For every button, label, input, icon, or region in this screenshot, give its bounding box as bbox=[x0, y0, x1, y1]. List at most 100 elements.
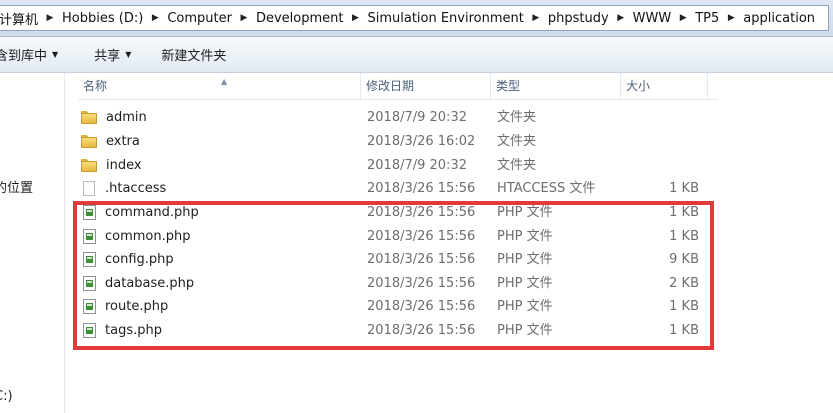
breadcrumb-label: Computer bbox=[167, 10, 232, 26]
nav-item-label: C:) bbox=[0, 389, 13, 404]
file-row-extra[interactable]: extra 2018/3/26 16:02 文件夹 bbox=[78, 130, 718, 153]
nav-item-drive-c[interactable]: C:) bbox=[0, 389, 13, 404]
nav-item-recent-places[interactable]: 的位置 bbox=[0, 177, 33, 196]
file-type: PHP 文件 bbox=[497, 299, 553, 314]
breadcrumb-label: TP5 bbox=[695, 10, 720, 26]
file-type: PHP 文件 bbox=[497, 229, 553, 244]
chevron-right-icon[interactable]: ▶ bbox=[723, 13, 739, 23]
file-type: PHP 文件 bbox=[497, 252, 553, 267]
column-header-label: 名称 bbox=[83, 79, 108, 93]
file-row-tags[interactable]: tags.php 2018/3/26 15:56 PHP 文件 1 KB bbox=[78, 319, 718, 342]
file-list: 名称 ▲ 修改日期 类型 大小 admin 2018/7/9 20:32 文件夹 … bbox=[65, 73, 833, 413]
file-row-command[interactable]: command.php 2018/3/26 15:56 PHP 文件 1 KB bbox=[78, 201, 718, 224]
file-size: 1 KB bbox=[669, 299, 699, 314]
breadcrumb-phpstudy[interactable]: phpstudy ▶ bbox=[544, 11, 629, 26]
file-size bbox=[623, 106, 699, 129]
file-size bbox=[623, 154, 699, 177]
file-name: config.php bbox=[105, 252, 174, 267]
breadcrumb-drive[interactable]: Hobbies (D:) ▶ bbox=[58, 11, 163, 26]
chevron-right-icon[interactable]: ▶ bbox=[675, 13, 691, 23]
file-size: 2 KB bbox=[669, 276, 699, 291]
breadcrumb-label: Simulation Environment bbox=[367, 10, 524, 26]
file-name: command.php bbox=[105, 205, 199, 220]
file-row-index[interactable]: index 2018/7/9 20:32 文件夹 bbox=[78, 154, 718, 177]
navigation-pane: 的位置 C:) bbox=[0, 73, 65, 413]
folder-icon bbox=[81, 159, 97, 172]
file-size: 1 KB bbox=[669, 323, 699, 338]
php-file-icon bbox=[83, 323, 96, 338]
column-header-modified[interactable]: 修改日期 bbox=[361, 73, 491, 99]
new-folder-label: 新建文件夹 bbox=[161, 49, 227, 64]
file-date: 2018/3/26 15:56 bbox=[367, 252, 476, 267]
include-in-library-label: 包含到库中 bbox=[0, 49, 48, 64]
file-date: 2018/3/26 15:56 bbox=[367, 181, 476, 196]
file-name: admin bbox=[106, 110, 147, 125]
breadcrumb[interactable]: 计算机 ▶ Hobbies (D:) ▶ Computer ▶ Development… bbox=[0, 5, 829, 31]
chevron-right-icon[interactable]: ▶ bbox=[528, 13, 544, 23]
chevron-right-icon[interactable]: ▶ bbox=[147, 13, 163, 23]
file-row-common[interactable]: common.php 2018/3/26 15:56 PHP 文件 1 KB bbox=[78, 225, 718, 248]
breadcrumb-label: 计算机 bbox=[0, 12, 39, 28]
file-name-cell: command.php bbox=[81, 201, 199, 224]
file-type: HTACCESS 文件 bbox=[497, 181, 596, 196]
address-bar: 计算机 ▶ Hobbies (D:) ▶ Computer ▶ Development… bbox=[0, 0, 833, 37]
php-file-icon bbox=[83, 276, 96, 291]
file-row-route[interactable]: route.php 2018/3/26 15:56 PHP 文件 1 KB bbox=[78, 295, 718, 318]
file-row-database[interactable]: database.php 2018/3/26 15:56 PHP 文件 2 KB bbox=[78, 272, 718, 295]
column-header-type[interactable]: 类型 bbox=[491, 73, 621, 99]
file-type: 文件夹 bbox=[497, 110, 537, 125]
file-date: 2018/3/26 15:56 bbox=[367, 323, 476, 338]
file-size: 1 KB bbox=[669, 229, 699, 244]
column-header-size[interactable]: 大小 bbox=[621, 73, 708, 99]
breadcrumb-application[interactable]: application bbox=[739, 11, 819, 26]
column-header-name[interactable]: 名称 ▲ bbox=[78, 73, 361, 99]
breadcrumb-computer-folder[interactable]: Computer ▶ bbox=[163, 11, 252, 26]
file-name: database.php bbox=[105, 276, 195, 291]
column-header-label: 修改日期 bbox=[366, 79, 415, 93]
file-row-htaccess[interactable]: .htaccess 2018/3/26 15:56 HTACCESS 文件 1 … bbox=[78, 177, 718, 200]
share-label: 共享 bbox=[94, 49, 121, 64]
share-button[interactable]: 共享 ▼ bbox=[86, 45, 139, 64]
folder-icon bbox=[81, 135, 97, 148]
file-name: route.php bbox=[105, 299, 169, 314]
dropdown-caret-icon: ▼ bbox=[125, 50, 132, 59]
php-file-icon bbox=[83, 252, 96, 267]
file-size: 9 KB bbox=[669, 252, 699, 267]
file-size bbox=[623, 130, 699, 153]
file-name: common.php bbox=[105, 229, 191, 244]
chevron-right-icon[interactable]: ▶ bbox=[613, 13, 629, 23]
command-bar: 包含到库中 ▼ 共享 ▼ 新建文件夹 bbox=[0, 37, 833, 73]
file-type: 文件夹 bbox=[497, 158, 537, 173]
breadcrumb-simulation[interactable]: Simulation Environment ▶ bbox=[363, 11, 543, 26]
file-type: PHP 文件 bbox=[497, 276, 553, 291]
file-date: 2018/3/26 15:56 bbox=[367, 299, 476, 314]
file-type: PHP 文件 bbox=[497, 205, 553, 220]
file-date: 2018/3/26 15:56 bbox=[367, 276, 476, 291]
column-header-label: 大小 bbox=[626, 79, 651, 93]
breadcrumb-development[interactable]: Development ▶ bbox=[252, 11, 364, 26]
breadcrumb-tp5[interactable]: TP5 ▶ bbox=[691, 11, 739, 26]
breadcrumb-label: application bbox=[743, 10, 816, 26]
chevron-right-icon[interactable]: ▶ bbox=[347, 13, 363, 23]
new-folder-button[interactable]: 新建文件夹 bbox=[153, 45, 234, 64]
file-name-cell: extra bbox=[81, 130, 140, 153]
blank-file-icon bbox=[83, 181, 95, 196]
file-name: .htaccess bbox=[105, 181, 167, 196]
include-in-library-button[interactable]: 包含到库中 ▼ bbox=[0, 45, 66, 64]
php-file-icon bbox=[83, 205, 96, 220]
file-name: extra bbox=[106, 134, 140, 149]
file-row-admin[interactable]: admin 2018/7/9 20:32 文件夹 bbox=[78, 106, 718, 129]
chevron-right-icon[interactable]: ▶ bbox=[42, 13, 58, 23]
column-header-row: 名称 ▲ 修改日期 类型 大小 bbox=[78, 73, 718, 100]
file-name-cell: .htaccess bbox=[81, 177, 166, 200]
dropdown-caret-icon: ▼ bbox=[52, 50, 59, 59]
chevron-right-icon[interactable]: ▶ bbox=[236, 13, 252, 23]
file-size: 1 KB bbox=[669, 205, 699, 220]
breadcrumb-computer[interactable]: 计算机 ▶ bbox=[0, 9, 58, 28]
file-name: tags.php bbox=[105, 323, 162, 338]
breadcrumb-label: WWW bbox=[632, 10, 672, 26]
file-row-config[interactable]: config.php 2018/3/26 15:56 PHP 文件 9 KB bbox=[78, 248, 718, 271]
breadcrumb-www[interactable]: WWW ▶ bbox=[629, 11, 692, 26]
column-header-label: 类型 bbox=[496, 79, 521, 93]
file-size: 1 KB bbox=[669, 181, 699, 196]
